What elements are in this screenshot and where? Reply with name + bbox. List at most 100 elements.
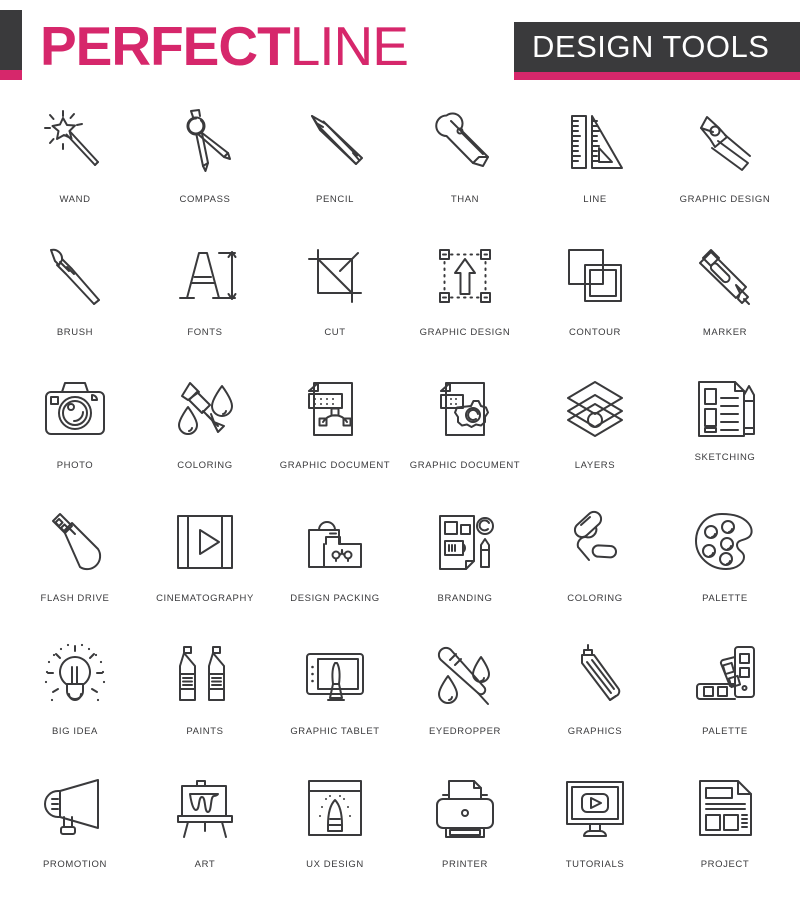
brand-title-light: LINE (289, 14, 409, 77)
icon-cell[interactable]: COMPASS (140, 100, 270, 233)
icon-cell[interactable]: WAND (10, 100, 140, 233)
icon-cell[interactable]: ART (140, 765, 270, 898)
category-badge-label: DESIGN TOOLS (514, 22, 800, 72)
icon-label: LINE (583, 194, 607, 205)
icon-label: TUTORIALS (565, 859, 625, 870)
icon-cell[interactable]: GRAPHIC DESIGN (400, 233, 530, 366)
overlapping-squares-icon (556, 233, 634, 319)
icon-label: BRUSH (56, 327, 94, 338)
icon-cell[interactable]: EYEDROPPER (400, 632, 530, 765)
icon-label: FLASH DRIVE (40, 593, 110, 604)
icon-cell[interactable]: BRUSH (10, 233, 140, 366)
icon-label: MARKER (702, 327, 748, 338)
paint-roller-icon (556, 499, 634, 585)
icon-label: COLORING (177, 460, 233, 471)
eyedropper-droplets-icon (426, 632, 504, 718)
icon-label: FONTS (187, 327, 223, 338)
icon-cell[interactable]: PALETTE (660, 499, 790, 632)
compass-divider-icon (166, 100, 244, 186)
ruler-triangle-icon (556, 100, 634, 186)
icon-label: PHOTO (56, 460, 94, 471)
paint-brush-icon (36, 233, 114, 319)
icon-label: PROMOTION (43, 859, 107, 870)
icon-grid: WAND COMPASS PENCIL THAN LINE GRAPHIC DE… (0, 92, 800, 898)
icon-cell[interactable]: GRAPHICS (530, 632, 660, 765)
icon-label: UX DESIGN (306, 859, 364, 870)
icon-label: GRAPHIC DOCUMENT (409, 460, 521, 471)
icon-label: SKETCHING (694, 452, 756, 463)
icon-cell[interactable]: FLASH DRIVE (10, 499, 140, 632)
icon-cell[interactable]: MARKER (660, 233, 790, 366)
icon-label: GRAPHIC DESIGN (419, 327, 511, 338)
lightbulb-idea-icon (36, 632, 114, 718)
page-header: PERFECTLINE DESIGN TOOLS (0, 0, 800, 92)
icon-cell[interactable]: PAINTS (140, 632, 270, 765)
icon-label: WAND (59, 194, 91, 205)
icon-cell[interactable]: LAYERS (530, 366, 660, 499)
icon-label: PRINTER (442, 859, 488, 870)
icon-label: CUT (324, 327, 346, 338)
icon-cell[interactable]: PROJECT (660, 765, 790, 898)
icon-cell[interactable]: PHOTO (10, 366, 140, 499)
camera-icon (36, 366, 114, 452)
icon-label: THAN (450, 194, 480, 205)
newspaper-layout-icon (686, 765, 764, 851)
color-swatch-fan-icon (686, 632, 764, 718)
paint-tubes-icon (166, 632, 244, 718)
easel-canvas-icon (166, 765, 244, 851)
icon-cell[interactable]: GRAPHIC DOCUMENT (400, 366, 530, 499)
icon-cell[interactable]: PENCIL (270, 100, 400, 233)
marker-pen-icon (686, 233, 764, 319)
icon-cell[interactable]: GRAPHIC DOCUMENT (270, 366, 400, 499)
category-badge-underline (514, 72, 800, 80)
icon-label: GRAPHIC DESIGN (679, 194, 771, 205)
brand-title: PERFECTLINE (40, 18, 409, 74)
icon-cell[interactable]: GRAPHIC TABLET (270, 632, 400, 765)
selection-arrow-icon (426, 233, 504, 319)
printer-icon (426, 765, 504, 851)
technical-pen-icon (556, 632, 634, 718)
icon-cell[interactable]: COLORING (530, 499, 660, 632)
brush-droplets-icon (166, 366, 244, 452)
icon-label: CINEMATOGRAPHY (156, 593, 254, 604)
icon-cell[interactable]: COLORING (140, 366, 270, 499)
icon-cell[interactable]: PRINTER (400, 765, 530, 898)
icon-label: GRAPHIC TABLET (290, 726, 380, 737)
icon-label: COLORING (567, 593, 623, 604)
icon-cell[interactable]: PROMOTION (10, 765, 140, 898)
megaphone-icon (36, 765, 114, 851)
brand-title-strong: PERFECT (40, 14, 291, 77)
crop-tool-icon (296, 233, 374, 319)
icon-label: LAYERS (574, 460, 616, 471)
icon-cell[interactable]: DESIGN PACKING (270, 499, 400, 632)
usb-flash-drive-icon (36, 499, 114, 585)
icon-cell[interactable]: SKETCHING (660, 366, 790, 499)
icon-cell[interactable]: GRAPHIC DESIGN (660, 100, 790, 233)
icon-cell[interactable]: CUT (270, 233, 400, 366)
icon-cell[interactable]: CONTOUR (530, 233, 660, 366)
utility-knife-icon (426, 100, 504, 186)
icon-cell[interactable]: THAN (400, 100, 530, 233)
icon-cell[interactable]: UX DESIGN (270, 765, 400, 898)
layers-icon (556, 366, 634, 452)
icon-cell[interactable]: LINE (530, 100, 660, 233)
icon-label: GRAPHIC DOCUMENT (279, 460, 391, 471)
icon-label: PALETTE (702, 726, 748, 737)
ux-screen-icon (296, 765, 374, 851)
icon-cell[interactable]: CINEMATOGRAPHY (140, 499, 270, 632)
icon-label: BIG IDEA (52, 726, 98, 737)
icon-label: PENCIL (316, 194, 354, 205)
pencil-icon (296, 100, 374, 186)
graphic-tablet-icon (296, 632, 374, 718)
icon-cell[interactable]: PALETTE (660, 632, 790, 765)
icon-label: PROJECT (700, 859, 750, 870)
icon-cell[interactable]: BIG IDEA (10, 632, 140, 765)
icon-label: CONTOUR (568, 327, 622, 338)
icon-cell[interactable]: FONTS (140, 233, 270, 366)
icon-label: GRAPHICS (567, 726, 623, 737)
shopping-bag-box-icon (296, 499, 374, 585)
icon-label: PALETTE (702, 593, 748, 604)
icon-cell[interactable]: BRANDING (400, 499, 530, 632)
icon-cell[interactable]: TUTORIALS (530, 765, 660, 898)
document-bezier-curve-icon (296, 366, 374, 452)
